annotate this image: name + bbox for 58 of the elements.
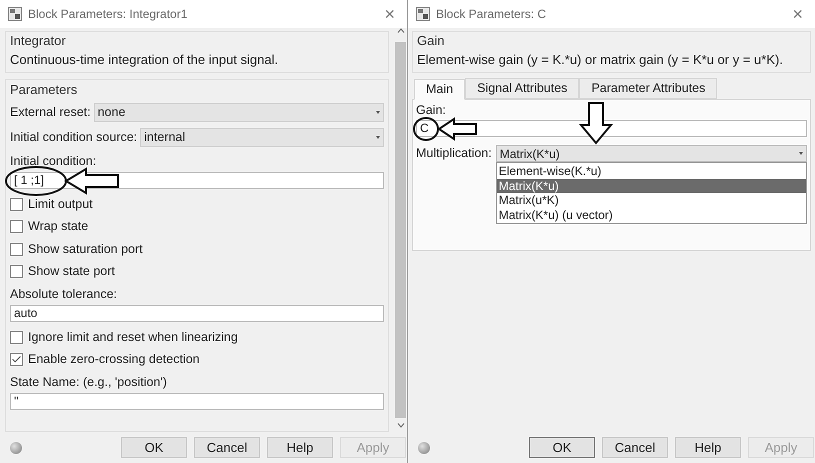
callout-ellipse <box>413 117 439 141</box>
dialog-button[interactable]: Cancel <box>602 437 668 458</box>
group-title: Parameters <box>10 81 78 99</box>
dialog-button[interactable]: OK <box>529 437 595 458</box>
checkbox[interactable] <box>10 330 23 344</box>
field-label: Absolute tolerance: <box>10 286 118 303</box>
close-button[interactable]: × <box>380 5 399 23</box>
dropdown-option[interactable]: Matrix(u*K) <box>496 193 806 208</box>
group-title: Integrator <box>10 32 67 50</box>
window-title: Block Parameters: C <box>436 6 546 23</box>
text-field[interactable]: auto <box>10 305 384 322</box>
field-label: Multiplication: <box>416 145 492 162</box>
checkbox-label: Ignore limit and reset when linearizing <box>28 328 238 346</box>
dropdown[interactable]: internal <box>140 128 384 147</box>
field-label: Initial condition source: <box>10 129 138 146</box>
dropdown-option[interactable]: Matrix(K*u) (u vector) <box>496 208 806 222</box>
dropdown[interactable]: none <box>94 103 384 122</box>
caret-icon <box>799 152 803 155</box>
dialog-button[interactable]: Help <box>675 437 741 458</box>
group-title: Gain <box>417 32 446 50</box>
tab[interactable]: Main <box>414 79 466 100</box>
text-field[interactable]: '' <box>10 393 384 410</box>
tab[interactable]: Parameter Attributes <box>579 78 718 99</box>
checkbox-label: Wrap state <box>28 218 88 236</box>
block-description: Continuous-time integration of the input signal. <box>10 51 280 69</box>
checkbox[interactable] <box>10 198 23 211</box>
dialog-button[interactable]: Help <box>267 437 333 458</box>
checkbox-label: Show state port <box>28 263 115 280</box>
close-button[interactable]: × <box>788 5 807 23</box>
callout-ellipse <box>5 166 67 196</box>
checkbox-label: Show saturation port <box>28 240 143 258</box>
checkbox-label: Enable zero-crossing detection <box>28 351 200 368</box>
checkbox[interactable] <box>10 265 23 278</box>
checkbox[interactable] <box>10 353 23 366</box>
scroll-thumb[interactable] <box>395 42 406 418</box>
dropdown[interactable]: Matrix(K*u) <box>496 145 807 162</box>
window-icon <box>8 7 22 21</box>
field-label: External reset: <box>10 104 91 122</box>
tab[interactable]: Signal Attributes <box>465 78 580 99</box>
checkbox-label: Limit output <box>28 196 93 213</box>
window-title: Block Parameters: Integrator1 <box>28 6 188 23</box>
dialog-button[interactable]: Cancel <box>194 437 260 458</box>
dropdown-option[interactable]: Matrix(K*u) <box>496 178 806 193</box>
field-label: Initial condition: <box>10 153 98 170</box>
window-icon <box>416 7 430 21</box>
callout-arrow <box>64 167 119 195</box>
help-icon[interactable] <box>10 442 22 454</box>
checkbox[interactable] <box>10 220 23 234</box>
checkbox[interactable] <box>10 242 23 256</box>
field-label: Gain: <box>416 102 447 119</box>
field-label: State Name: (e.g., 'position') <box>10 374 168 391</box>
callout-arrow <box>437 117 477 141</box>
dropdown-option[interactable]: Element-wise(K.*u) <box>496 164 806 178</box>
block-description: Element-wise gain (y = K.*u) or matrix gain (y = K*u or y = u*K). <box>417 51 784 69</box>
help-icon[interactable] <box>418 442 430 454</box>
caret-icon <box>376 111 380 114</box>
dialog-button[interactable]: OK <box>121 437 187 458</box>
caret-icon <box>376 136 380 139</box>
